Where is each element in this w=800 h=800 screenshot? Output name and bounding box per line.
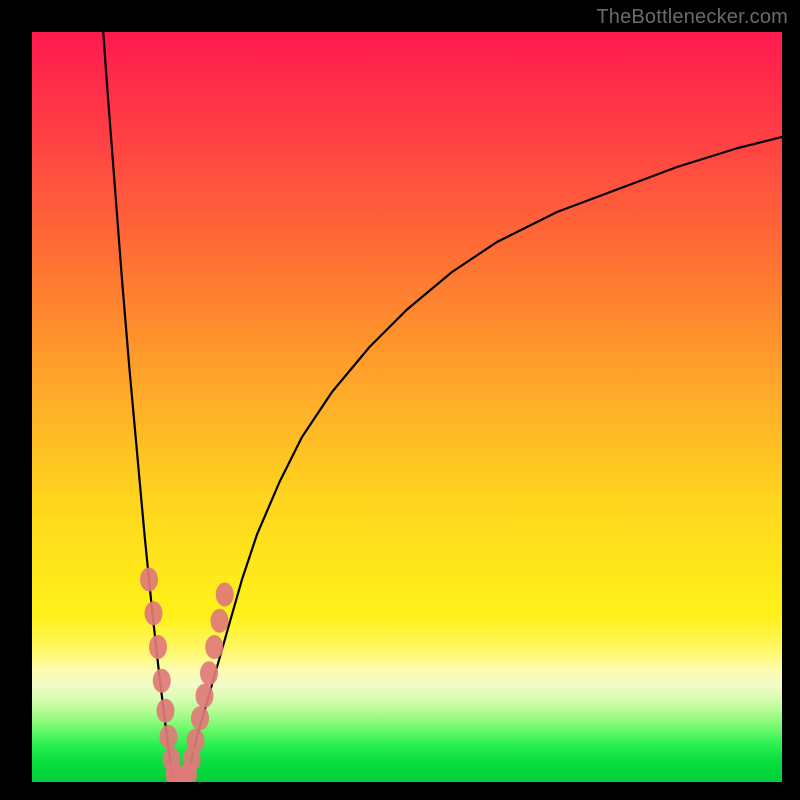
curve-layer bbox=[32, 32, 782, 782]
data-marker bbox=[145, 601, 163, 625]
data-marker bbox=[187, 729, 205, 753]
data-marker bbox=[160, 725, 178, 749]
data-marker bbox=[153, 669, 171, 693]
data-marker bbox=[211, 609, 229, 633]
plot-area bbox=[32, 32, 782, 782]
data-marker bbox=[205, 635, 223, 659]
data-marker bbox=[157, 699, 175, 723]
watermark-text: TheBottlenecker.com bbox=[596, 6, 788, 29]
curve-right-branch bbox=[186, 137, 782, 782]
data-marker bbox=[140, 568, 158, 592]
data-marker bbox=[196, 684, 214, 708]
data-marker bbox=[200, 661, 218, 685]
data-marker bbox=[191, 706, 209, 730]
data-marker bbox=[149, 635, 167, 659]
data-marker bbox=[216, 583, 234, 607]
chart-frame: TheBottlenecker.com bbox=[0, 0, 800, 800]
